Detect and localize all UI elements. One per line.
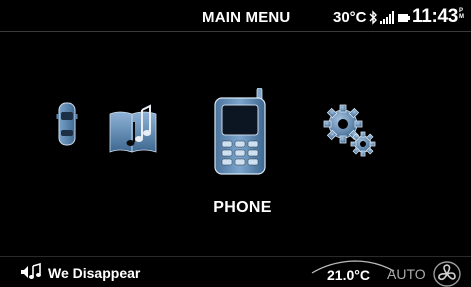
selected-item-label: PHONE [213,199,272,216]
outside-temperature: 30°C [333,9,367,26]
infotainment-screen: MAIN MENU 30°C 11:43 P M PHONE We Disapp… [0,0,471,287]
bottom-divider [0,256,471,257]
clock-ampm-bottom: M [459,14,464,20]
climate-mode[interactable]: AUTO [387,266,426,282]
page-title: MAIN MENU [202,9,291,26]
cabin-temperature[interactable]: 21.0°C [327,267,370,283]
clock-ampm: P M [459,8,464,20]
music-icon[interactable] [108,102,158,154]
signal-strength-icon [380,11,394,24]
battery-icon [398,14,410,22]
car-icon[interactable] [56,102,78,146]
fan-icon[interactable] [433,261,461,287]
settings-icon[interactable] [322,102,378,158]
bluetooth-icon [369,10,377,25]
now-playing-track[interactable]: We Disappear [48,265,140,281]
speaker-music-icon[interactable] [20,263,42,281]
clock: 11:43 [412,6,459,27]
phone-icon[interactable] [211,88,269,176]
